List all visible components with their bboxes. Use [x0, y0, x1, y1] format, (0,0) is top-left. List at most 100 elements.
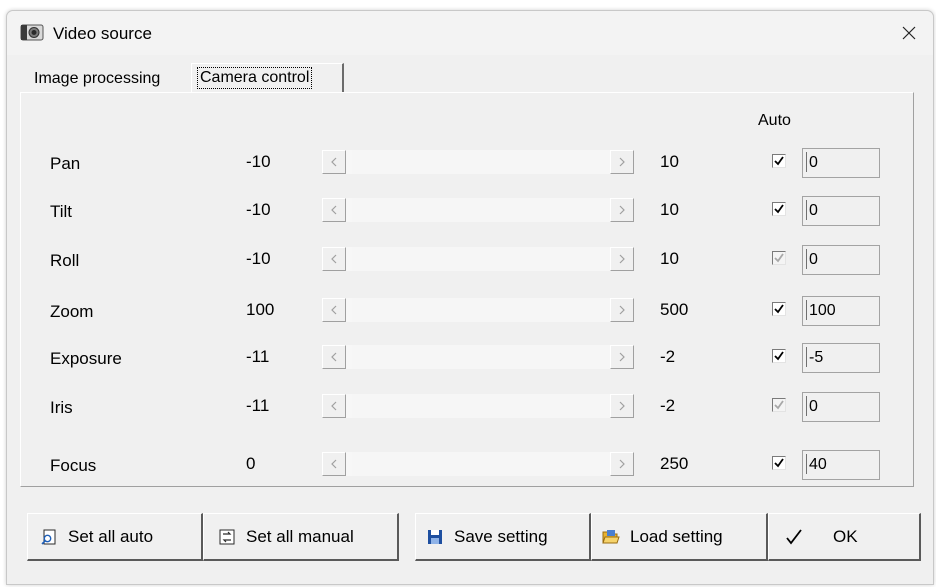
control-max-value: 10 [660, 200, 679, 219]
check-icon [774, 304, 784, 314]
arrow-left-icon [331, 459, 337, 469]
control-slider[interactable] [322, 452, 634, 476]
control-value-field[interactable]: 0 [802, 148, 880, 178]
auto-icon [40, 528, 58, 546]
control-value-field[interactable]: -5 [802, 343, 880, 373]
tab-image-processing[interactable]: Image processing [27, 65, 191, 92]
slider-track[interactable] [352, 247, 610, 271]
arrow-left-icon [331, 305, 337, 315]
auto-checkbox[interactable] [772, 398, 786, 412]
check-icon [774, 458, 784, 468]
scroll-right-button[interactable] [610, 150, 634, 174]
load-setting-label: Load setting [630, 526, 723, 546]
control-row-iris: Iris -11 -2 0 [0, 392, 936, 424]
arrow-right-icon [619, 157, 625, 167]
control-row-tilt: Tilt -10 10 0 [0, 196, 936, 228]
ok-button[interactable]: OK [768, 513, 921, 561]
scroll-left-button[interactable] [322, 247, 346, 271]
load-setting-button[interactable]: Load setting [591, 513, 768, 561]
scroll-left-button[interactable] [322, 345, 346, 369]
scroll-right-button[interactable] [610, 394, 634, 418]
auto-checkbox[interactable] [772, 349, 786, 363]
control-min-value: 100 [246, 300, 275, 319]
control-label: Roll [50, 251, 80, 270]
control-slider[interactable] [322, 298, 634, 322]
scroll-left-button[interactable] [322, 150, 346, 174]
scroll-left-button[interactable] [322, 198, 346, 222]
control-label: Tilt [50, 202, 73, 221]
arrow-left-icon [331, 157, 337, 167]
slider-track[interactable] [352, 198, 610, 222]
arrow-right-icon [619, 305, 625, 315]
auto-checkbox[interactable] [772, 202, 786, 216]
close-button[interactable] [885, 11, 933, 55]
control-slider[interactable] [322, 150, 634, 174]
scroll-left-button[interactable] [322, 452, 346, 476]
control-value-field[interactable]: 0 [802, 196, 880, 226]
arrow-right-icon [619, 205, 625, 215]
close-icon [902, 26, 916, 40]
manual-icon [218, 528, 236, 546]
scroll-right-button[interactable] [610, 298, 634, 322]
slider-track[interactable] [352, 150, 610, 174]
save-setting-button[interactable]: Save setting [415, 513, 591, 561]
slider-track[interactable] [352, 345, 610, 369]
set-all-manual-button[interactable]: Set all manual [203, 513, 399, 561]
control-slider[interactable] [322, 394, 634, 418]
set-all-auto-button[interactable]: Set all auto [27, 513, 203, 561]
scroll-right-button[interactable] [610, 345, 634, 369]
control-min-value: -10 [246, 200, 271, 219]
control-max-value: 500 [660, 300, 689, 319]
scroll-right-button[interactable] [610, 198, 634, 222]
auto-checkbox[interactable] [772, 302, 786, 316]
tab-camera-control[interactable]: Camera control [191, 63, 344, 92]
tab-label: Camera control [197, 67, 313, 89]
auto-checkbox[interactable] [772, 251, 786, 265]
arrow-right-icon [619, 459, 625, 469]
control-row-roll: Roll -10 10 0 [0, 245, 936, 277]
control-label: Exposure [50, 349, 122, 368]
arrow-left-icon [331, 352, 337, 362]
open-folder-icon [602, 528, 620, 546]
control-min-value: -11 [246, 347, 270, 366]
control-slider[interactable] [322, 247, 634, 271]
control-row-exposure: Exposure -11 -2 -5 [0, 343, 936, 375]
arrow-right-icon [619, 352, 625, 362]
set-all-manual-label: Set all manual [246, 526, 354, 546]
checkmark-icon [785, 528, 803, 546]
save-setting-label: Save setting [454, 526, 548, 546]
control-value-field[interactable]: 0 [802, 392, 880, 422]
scroll-left-button[interactable] [322, 298, 346, 322]
control-slider[interactable] [322, 198, 634, 222]
control-min-value: -11 [246, 396, 270, 415]
auto-checkbox[interactable] [772, 154, 786, 168]
set-all-auto-label: Set all auto [68, 526, 154, 546]
auto-checkbox[interactable] [772, 456, 786, 470]
check-icon [774, 351, 784, 361]
arrow-left-icon [331, 401, 337, 411]
tab-label: Image processing [34, 70, 161, 87]
slider-track[interactable] [352, 452, 610, 476]
scroll-left-button[interactable] [322, 394, 346, 418]
control-slider[interactable] [322, 345, 634, 369]
control-value-field[interactable]: 40 [802, 450, 880, 480]
control-label: Zoom [50, 302, 94, 321]
slider-track[interactable] [352, 394, 610, 418]
arrow-left-icon [331, 254, 337, 264]
control-max-value: 250 [660, 454, 689, 473]
control-label: Focus [50, 456, 97, 475]
control-min-value: 0 [246, 454, 256, 473]
arrow-right-icon [619, 254, 625, 264]
check-icon [774, 253, 784, 263]
scroll-right-button[interactable] [610, 247, 634, 271]
check-icon [774, 400, 784, 410]
scroll-right-button[interactable] [610, 452, 634, 476]
control-row-focus: Focus 0 250 40 [0, 450, 936, 482]
floppy-disk-icon [426, 528, 444, 546]
ok-label: OK [833, 526, 858, 546]
control-value-field[interactable]: 100 [802, 296, 880, 326]
control-max-value: -2 [660, 396, 676, 415]
control-value-field[interactable]: 0 [802, 245, 880, 275]
slider-track[interactable] [352, 298, 610, 322]
check-icon [774, 204, 784, 214]
